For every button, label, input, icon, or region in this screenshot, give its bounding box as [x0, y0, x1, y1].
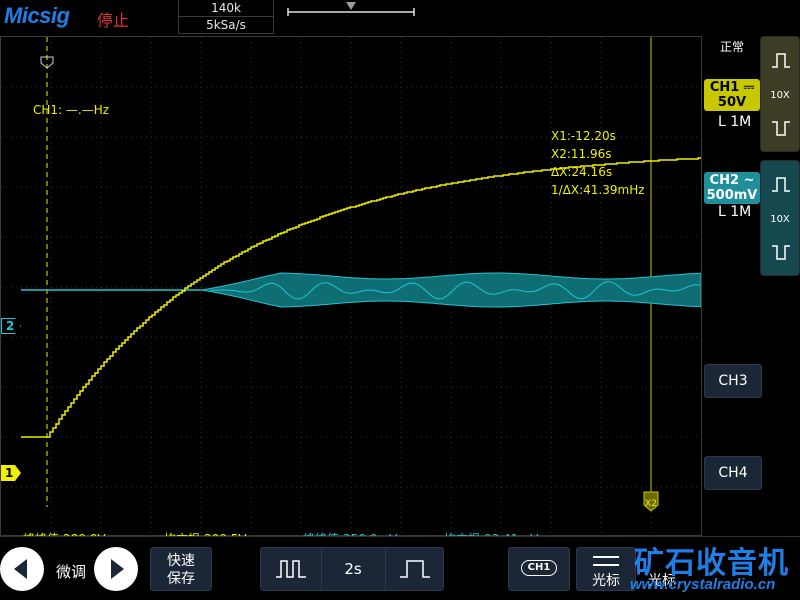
quick-save-label-2: 保存: [167, 571, 195, 587]
timebase-increase-icon[interactable]: [397, 557, 433, 581]
fine-increase-button[interactable]: [94, 547, 138, 591]
timebase-decrease-icon[interactable]: [273, 557, 309, 581]
pulse-rising-icon[interactable]: [769, 173, 793, 197]
ch2-impedance: L 1M: [718, 204, 752, 220]
ch3-button[interactable]: CH3: [704, 364, 762, 398]
ch2-probe-ratio[interactable]: 10X: [761, 214, 799, 225]
ch1-menu-button[interactable]: CH1: [508, 547, 570, 591]
cursor-x1-value: X1:-12.20s: [551, 129, 616, 143]
run-stop-status[interactable]: 停止: [97, 7, 129, 31]
cursor-x2-marker-label: X2: [645, 499, 657, 509]
ch1-coupling-strip[interactable]: 10X: [760, 36, 800, 152]
ch1-impedance: L 1M: [718, 114, 752, 130]
cursor-readout: X1:-12.20s X2:11.96s ΔX:24.16s 1/ΔX:41.3…: [551, 127, 645, 199]
pulse-falling-icon[interactable]: [769, 117, 793, 141]
pulse-rising-icon[interactable]: [769, 49, 793, 73]
cursor-icon: [593, 556, 619, 566]
cursor-x2-value: X2:11.96s: [551, 147, 612, 161]
fine-decrease-button[interactable]: [0, 547, 44, 591]
arrow-right-icon: [111, 559, 124, 579]
cursor-button[interactable]: 光标: [576, 547, 636, 591]
ch4-button[interactable]: CH4: [704, 456, 762, 490]
top-bar: Micsig 停止 140k 5kSa/s: [0, 0, 800, 36]
ch1-menu-icon: CH1: [521, 560, 557, 576]
cursor-delta-value: ΔX:24.16s: [551, 165, 613, 179]
watermark: 矿石收音机 www.crystalradio.cn: [630, 538, 800, 600]
memory-position-bar[interactable]: [282, 0, 422, 26]
ch1-name: CH1 ⎓: [709, 80, 755, 95]
quick-save-button[interactable]: 快速 保存: [150, 547, 212, 591]
channel-panel: 正常 10X 10X CH1 ⎓ 50V L 1M CH2 ~ 500mV L …: [702, 36, 800, 536]
cursor-button-label: 光标: [592, 573, 620, 589]
pulse-falling-icon[interactable]: [769, 241, 793, 265]
ch1-scale-button[interactable]: CH1 ⎓ 50V: [704, 79, 760, 111]
ch2-coupling-strip[interactable]: 10X: [760, 160, 800, 276]
trigger-mode[interactable]: 正常: [720, 38, 744, 55]
fine-adjust-label: 微调: [56, 563, 87, 581]
memory-depth: 140k: [179, 0, 273, 17]
ch1-volts-per-div: 50V: [717, 95, 747, 110]
waveform-display[interactable]: X2 1 2 CH1: —.—Hz X1:-12.20s X2:11.96s Δ…: [0, 36, 702, 546]
ch2-scale-button[interactable]: CH2 ~ 500mV: [704, 172, 760, 204]
timebase-control[interactable]: 2s: [260, 547, 444, 591]
ch2-name: CH2 ~: [709, 173, 755, 188]
frequency-readout: CH1: —.—Hz: [33, 103, 110, 117]
brand-logo: Micsig: [4, 3, 70, 28]
cursor-inverse-delta-value: 1/ΔX:41.39mHz: [551, 183, 645, 197]
timebase-value[interactable]: 2s: [325, 560, 381, 578]
acquisition-info[interactable]: 140k 5kSa/s: [178, 0, 274, 34]
arrow-left-icon: [14, 559, 27, 579]
quick-save-label-1: 快速: [167, 553, 195, 569]
ch2-waveform: [200, 272, 701, 308]
ch1-probe-ratio[interactable]: 10X: [761, 90, 799, 101]
watermark-url: www.crystalradio.cn: [630, 576, 776, 593]
sample-rate: 5kSa/s: [206, 18, 246, 32]
ch2-volts-per-div: 500mV: [706, 188, 758, 203]
